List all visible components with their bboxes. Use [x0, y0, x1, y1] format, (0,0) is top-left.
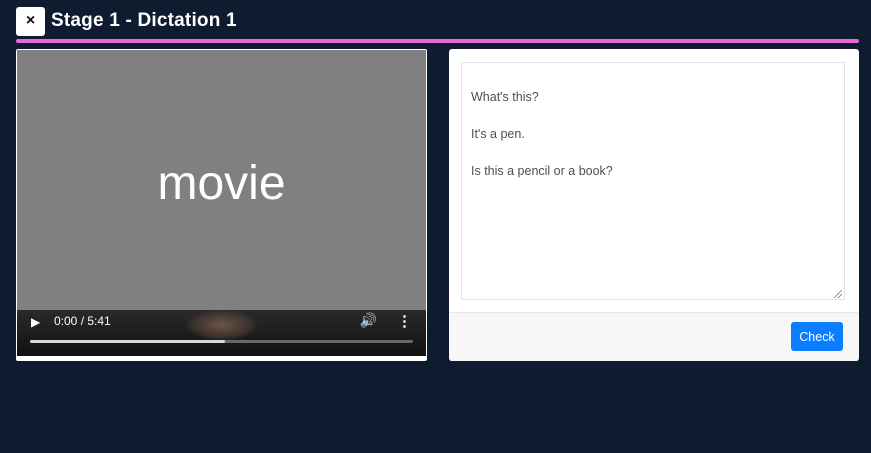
video-controls: ▶ 0:00 / 5:41 🔊 ⋮ [17, 310, 426, 356]
card-footer: Check [449, 312, 859, 361]
play-icon[interactable]: ▶ [31, 315, 40, 329]
close-icon[interactable]: × [26, 12, 35, 30]
close-button[interactable]: × [16, 6, 45, 36]
video-time: 0:00 / 5:41 [54, 314, 111, 328]
page-title: Stage 1 - Dictation 1 [51, 10, 237, 31]
dictation-line: What's this? [471, 89, 539, 104]
video-placeholder-text: movie [157, 157, 286, 210]
dictation-page: × Stage 1 - Dictation 1 movie ▶ 0:00 / 5… [0, 0, 871, 453]
check-button[interactable]: Check [791, 322, 843, 351]
accent-bar [16, 39, 859, 43]
volume-icon[interactable]: 🔊 [360, 312, 377, 329]
dictation-line: It's a pen. [471, 126, 525, 141]
resize-grip-icon[interactable] [834, 290, 842, 298]
video-progress-bar[interactable] [30, 340, 413, 343]
video-card: movie ▶ 0:00 / 5:41 🔊 ⋮ [16, 49, 427, 361]
more-vert-icon[interactable]: ⋮ [397, 312, 412, 330]
dictation-line: Is this a pencil or a book? [471, 163, 613, 178]
dictation-card: What's this? It's a pen. Is this a penci… [449, 49, 859, 361]
video-thumbnail [187, 310, 257, 340]
video-progress-fill [30, 340, 226, 343]
dictation-textarea[interactable]: What's this? It's a pen. Is this a penci… [461, 62, 845, 300]
video-player[interactable]: movie ▶ 0:00 / 5:41 🔊 ⋮ [17, 50, 426, 356]
header: × Stage 1 - Dictation 1 [16, 6, 237, 36]
